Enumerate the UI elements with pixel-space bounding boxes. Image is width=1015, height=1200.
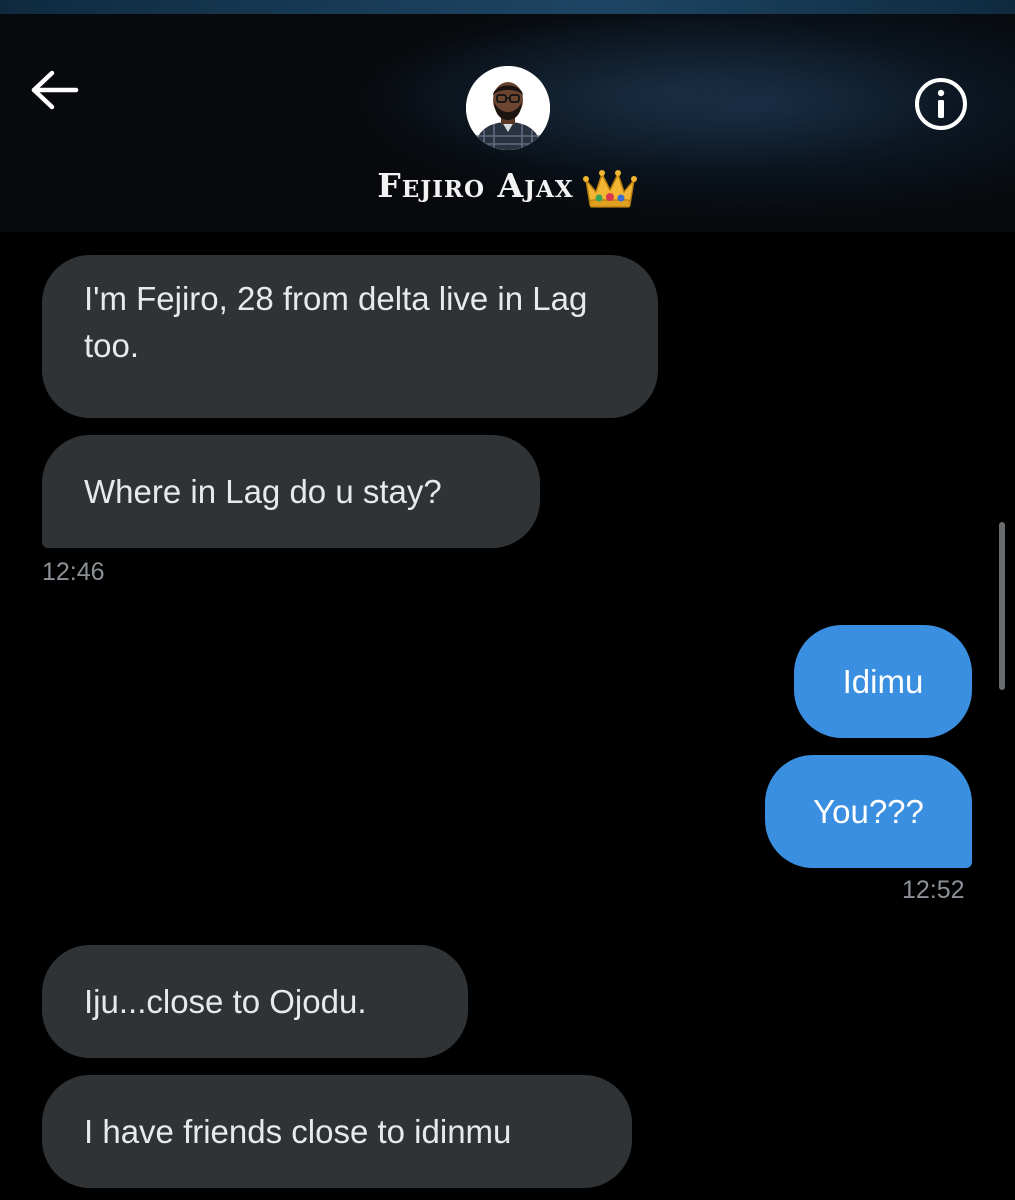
message-text: Where in Lag do u stay?: [84, 473, 442, 510]
avatar-photo: [466, 66, 550, 150]
crown-emoji-icon: [582, 170, 637, 208]
back-button[interactable]: [24, 62, 84, 118]
message-bubble-received[interactable]: I'm Fejiro, 28 from delta live in Lag to…: [42, 255, 658, 418]
message-text: I have friends close to idinmu: [84, 1113, 512, 1150]
message-bubble-sent[interactable]: You???: [765, 755, 972, 868]
message-bubble-received[interactable]: I have friends close to idinmu: [42, 1075, 632, 1188]
header-background-glow: [360, 14, 960, 174]
contact-name-title[interactable]: Fejiro Ajax: [0, 166, 1015, 210]
info-button[interactable]: [910, 73, 972, 135]
message-timestamp: 12:46: [42, 558, 105, 586]
message-bubble-received[interactable]: Iju...close to Ojodu.: [42, 945, 468, 1058]
dm-conversation-screen: Fejiro Ajax I'm Fejiro, 28 from delta li…: [0, 0, 1015, 1200]
info-circle-icon: [915, 78, 967, 130]
contact-name-text: Fejiro Ajax: [377, 166, 574, 205]
message-text: Idimu: [842, 663, 924, 700]
message-text: Iju...close to Ojodu.: [84, 983, 367, 1020]
contact-avatar[interactable]: [466, 66, 550, 150]
message-bubble-received[interactable]: Where in Lag do u stay?: [42, 435, 540, 548]
message-text: You???: [813, 793, 924, 830]
status-bar-strip: [0, 0, 1015, 14]
message-bubble-sent[interactable]: Idimu: [794, 625, 972, 738]
arrow-left-icon: [31, 70, 79, 110]
message-text: I'm Fejiro, 28 from delta live in Lag to…: [84, 280, 588, 364]
scrollbar-thumb[interactable]: [999, 522, 1005, 690]
message-timestamp: 12:52: [902, 876, 965, 904]
